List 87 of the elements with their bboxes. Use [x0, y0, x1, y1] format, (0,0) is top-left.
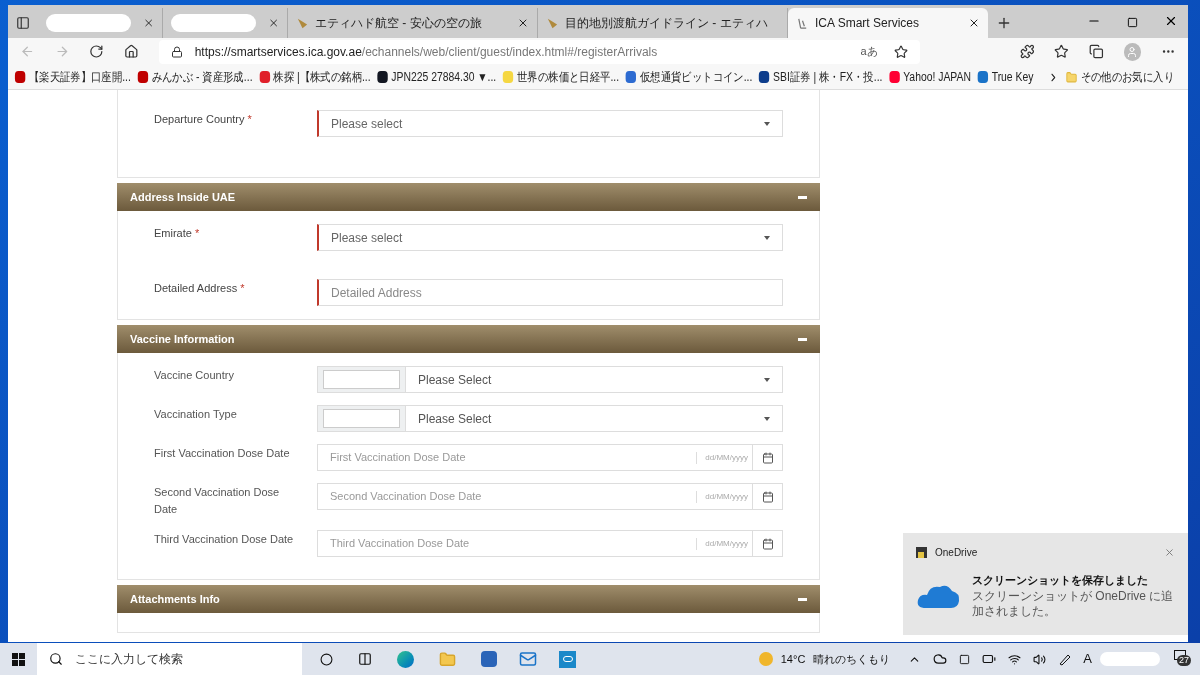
extensions-icon[interactable]	[1019, 44, 1035, 59]
caret-icon	[764, 235, 770, 240]
field-label: Second Vaccination Dose Date	[154, 485, 281, 517]
tab-title: エティハド航空 - 安心の空の旅	[315, 15, 482, 32]
ime-indicator[interactable]: A	[1083, 649, 1092, 669]
browser-tab[interactable]: ICA Smart Services	[788, 8, 988, 38]
caret-icon	[764, 377, 770, 382]
toast-message: スクリーンショットが OneDrive に追加されました。	[972, 588, 1175, 619]
bird-icon	[296, 16, 309, 30]
field-label: First Vaccination Dose Date	[154, 446, 291, 461]
bookmark[interactable]: Yahoo! JAPAN	[889, 68, 971, 86]
tab-title: 目的地別渡航ガイドライン - エティハ	[565, 15, 768, 32]
section-header[interactable]: Address Inside UAE	[117, 183, 820, 211]
bird-icon	[546, 16, 559, 30]
field-label: Vaccination Type	[154, 407, 238, 422]
action-center-button[interactable]: 27	[1174, 650, 1192, 668]
refresh-icon[interactable]	[89, 44, 104, 59]
section-header[interactable]: Vaccine Information	[117, 325, 820, 353]
read-aloud-icon[interactable]: aあ	[860, 43, 878, 60]
close-icon[interactable]	[517, 17, 529, 29]
field-label: Emirate *	[154, 226, 201, 241]
section-header[interactable]: Attachments Info	[117, 585, 820, 613]
windows-logo-icon[interactable]	[12, 652, 25, 666]
close-icon[interactable]	[1164, 14, 1178, 28]
bookmark[interactable]: みんかぶ - 資産形成...	[137, 68, 253, 86]
caret-icon	[764, 416, 770, 421]
folder-icon	[1065, 70, 1078, 84]
volume-icon[interactable]	[1033, 652, 1047, 666]
date-format: dd/MM/yyyy	[696, 490, 748, 503]
tab-actions-icon[interactable]	[16, 16, 30, 30]
calendar-button[interactable]	[753, 444, 783, 471]
bookmark[interactable]: True Key	[977, 68, 1034, 86]
field-label: Departure Country *	[154, 112, 253, 127]
favorites-icon[interactable]	[1054, 44, 1070, 59]
edge-icon[interactable]	[397, 650, 414, 668]
select-field[interactable]: Please Select	[406, 366, 783, 393]
mail-icon[interactable]	[519, 650, 537, 668]
select-field[interactable]: Please Select	[406, 405, 783, 432]
date-format: dd/MM/yyyy	[696, 537, 748, 550]
temperature[interactable]: 14°C	[780, 650, 806, 668]
collections-icon[interactable]	[1089, 44, 1104, 59]
calendar-button[interactable]	[753, 483, 783, 510]
bookmark[interactable]: 株探 |【株式の銘柄...	[259, 68, 371, 86]
input-field[interactable]: Detailed Address	[317, 279, 783, 306]
task-view-icon[interactable]	[358, 652, 372, 666]
calendar-icon	[761, 537, 774, 550]
new-tab-icon[interactable]	[996, 15, 1012, 31]
lock-icon	[170, 45, 183, 58]
field-label: Vaccine Country	[154, 368, 235, 383]
bookmark[interactable]: SBI証券 | 株・FX・投...	[759, 68, 883, 86]
select-field[interactable]: Please select	[317, 110, 783, 137]
favorite-icon[interactable]	[893, 44, 908, 59]
bookmark[interactable]: 仮想通貨ビットコイン...	[626, 68, 753, 86]
app-icon[interactable]	[559, 650, 576, 668]
app-name: OneDrive	[935, 546, 979, 560]
calendar-icon	[761, 490, 774, 503]
bookmark[interactable]: JPN225 27884.30 ▼...	[377, 68, 497, 86]
battery-icon[interactable]	[982, 652, 997, 666]
field-label: Third Vaccination Dose Date	[154, 532, 295, 547]
address-bar[interactable]: https://smartservices.ica.gov.ae/echannels/web/client/guest/index.html#/registerArrivals aあ	[158, 39, 920, 64]
cortana-icon[interactable]	[320, 652, 333, 666]
calendar-button[interactable]	[753, 530, 783, 557]
device-icon[interactable]	[959, 653, 971, 665]
close-icon[interactable]	[968, 17, 980, 29]
store-icon[interactable]	[481, 651, 497, 667]
bookmark-folder[interactable]: その他のお気に入り	[1065, 68, 1174, 86]
redacted-clock	[1100, 652, 1160, 666]
url-text: https://smartservices.ica.gov.ae/echannels/web/client/guest/index.html#/registerArrivals	[194, 43, 659, 61]
gazelle-icon	[796, 16, 809, 30]
date-format: dd/MM/yyyy	[696, 451, 748, 464]
search-icon	[49, 652, 63, 666]
bookmark[interactable]: 【楽天証券】口座開...	[14, 68, 131, 86]
field-label: Detailed Address *	[154, 281, 246, 296]
caret-icon	[764, 121, 770, 126]
tab-title: ICA Smart Services	[815, 15, 920, 32]
bookmark[interactable]: 世界の株価と日経平...	[503, 68, 620, 86]
search-field[interactable]: ここに入力して検索	[37, 643, 302, 675]
wifi-icon[interactable]	[1008, 652, 1022, 666]
select-field[interactable]: Please select	[317, 224, 783, 251]
app-icon	[916, 547, 927, 558]
home-icon[interactable]	[123, 44, 139, 59]
calendar-icon	[761, 451, 774, 464]
maximize-icon[interactable]	[1127, 17, 1138, 28]
weather-text[interactable]: 晴れのちくもり	[813, 650, 891, 668]
pen-icon[interactable]	[1058, 652, 1072, 666]
toast-title: スクリーンショットを保存しました	[972, 573, 1149, 588]
cloud-icon[interactable]	[933, 652, 948, 666]
